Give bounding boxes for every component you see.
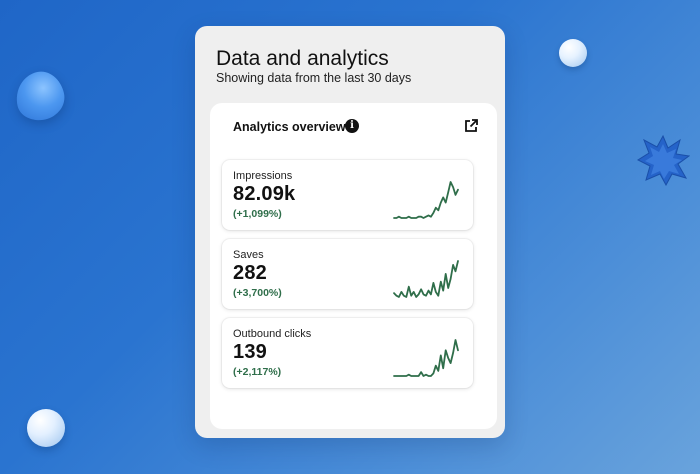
metric-card-impressions[interactable]: Impressions 82.09k (+1,099%) [222,160,473,230]
white-sphere-decoration [559,39,587,67]
sparkline-chart [393,260,459,298]
metric-value: 82.09k [233,183,296,205]
metric-label: Saves [233,249,264,261]
analytics-panel: Data and analytics Showing data from the… [195,26,505,438]
overview-title: Analytics overview [233,120,346,134]
sparkline-line [393,181,459,219]
metric-value: 282 [233,262,267,284]
info-icon[interactable]: i [345,119,359,133]
metric-change: (+3,700%) [233,287,282,299]
metric-change: (+1,099%) [233,208,282,220]
sparkline-chart [393,339,459,377]
metric-label: Impressions [233,170,293,182]
metric-label: Outbound clicks [233,328,312,340]
sparkline-line [393,339,459,377]
metric-value: 139 [233,341,267,363]
external-link-icon[interactable] [464,119,478,133]
sparkline-line [393,260,459,298]
white-sphere-decoration [27,409,65,447]
panel-subtitle: Showing data from the last 30 days [216,71,412,85]
metric-card-saves[interactable]: Saves 282 (+3,700%) [222,239,473,309]
blue-blob-decoration [11,67,69,125]
blue-star-decoration [636,134,690,186]
metric-change: (+2,117%) [233,366,282,378]
metric-card-outbound-clicks[interactable]: Outbound clicks 139 (+2,117%) [222,318,473,388]
sparkline-chart [393,181,459,219]
panel-title: Data and analytics [216,47,389,70]
analytics-overview-card: Analytics overview i Impressions 82.09k … [210,103,497,429]
